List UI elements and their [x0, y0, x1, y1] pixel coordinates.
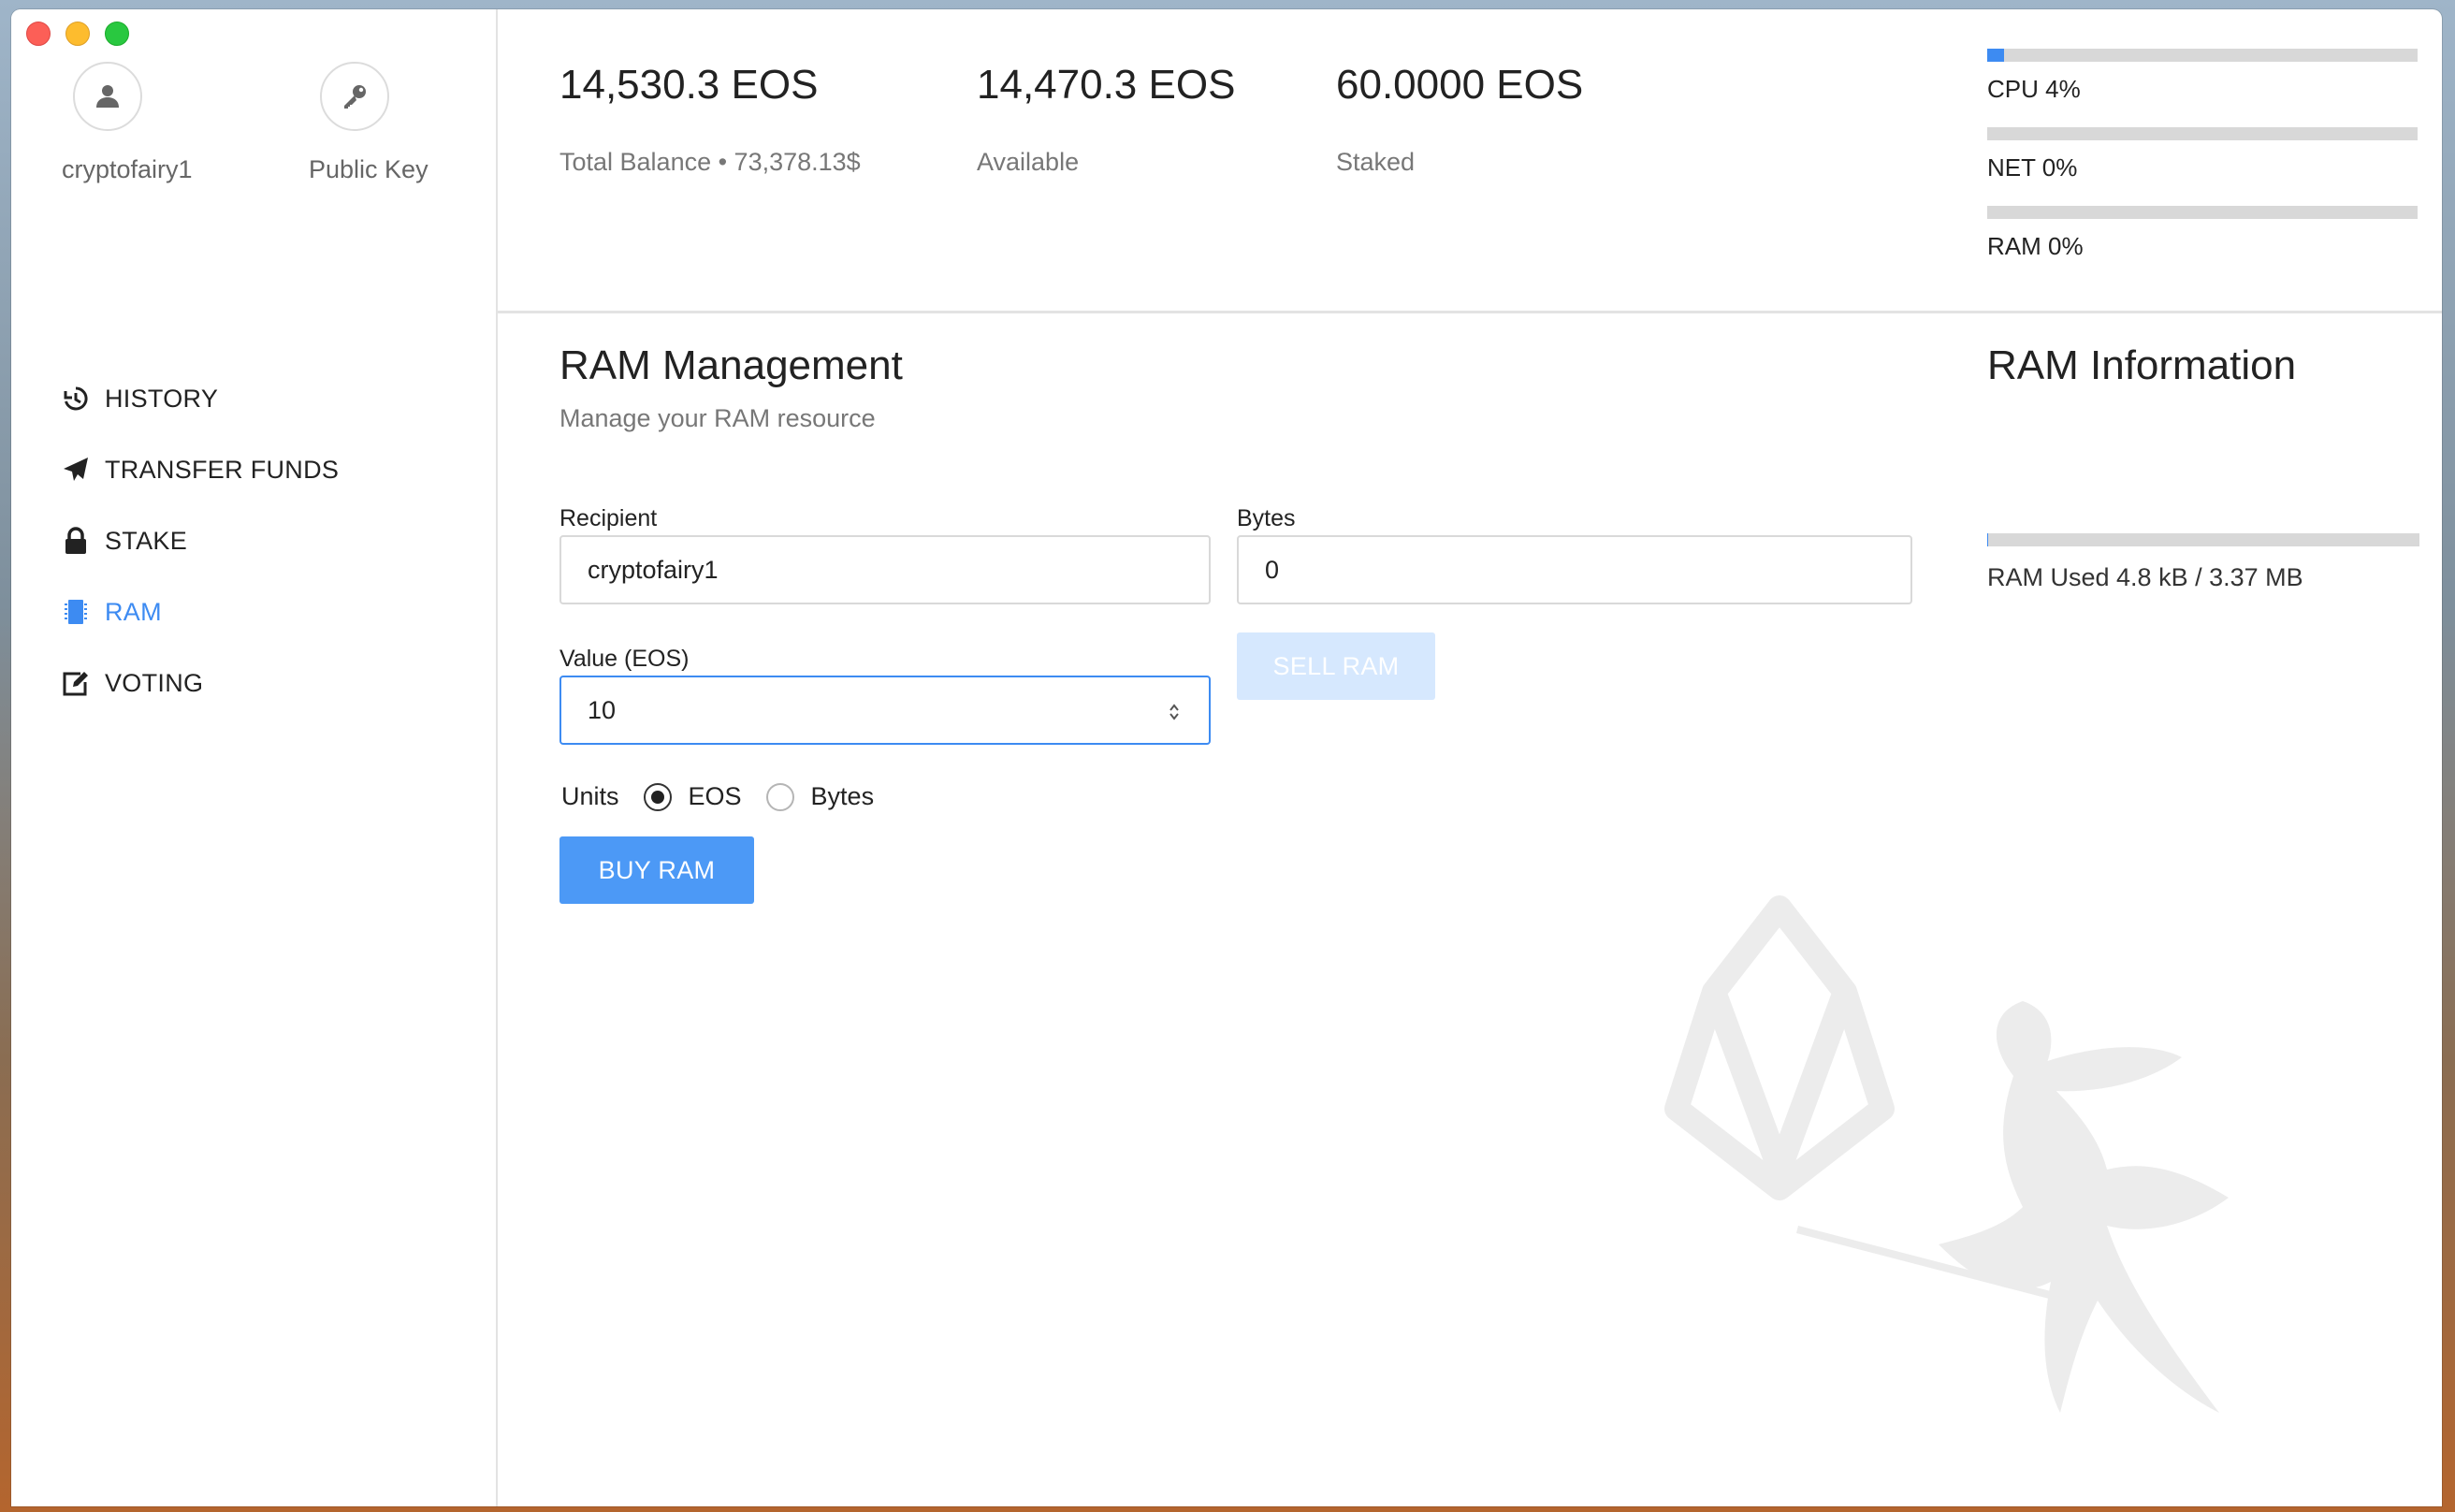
- window-controls: [26, 22, 129, 46]
- memory-chip-icon: [62, 598, 90, 626]
- ram-resource: RAM 0%: [1987, 206, 2418, 261]
- ram-used-label: RAM Used 4.8 kB / 3.37 MB: [1987, 563, 2303, 591]
- value-eos-text: 10: [588, 695, 617, 724]
- units-selector: Units EOS Bytes: [561, 782, 874, 811]
- sidebar-item-transfer-funds[interactable]: TRANSFER FUNDS: [62, 434, 339, 505]
- net-usage-bar: [1987, 127, 2418, 140]
- sidebar-item-voting[interactable]: VOTING: [62, 647, 339, 719]
- sidebar-item-label: STAKE: [105, 526, 188, 555]
- cpu-usage-label: CPU 4%: [1987, 75, 2081, 103]
- total-balance: 14,530.3 EOS Total Balance • 73,378.13$: [559, 62, 861, 177]
- total-balance-value: 14,530.3 EOS: [559, 62, 819, 108]
- key-icon: [344, 85, 366, 109]
- paper-plane-icon: [62, 456, 90, 484]
- staked-balance: 60.0000 EOS Staked: [1336, 62, 1583, 177]
- bytes-input[interactable]: 0: [1237, 535, 1912, 604]
- net-resource: NET 0%: [1987, 127, 2418, 182]
- staked-balance-label: Staked: [1336, 148, 1416, 176]
- staked-balance-value: 60.0000 EOS: [1336, 62, 1584, 108]
- ram-management-subtitle: Manage your RAM resource: [559, 404, 876, 432]
- buy-ram-button[interactable]: BUY RAM: [559, 836, 754, 904]
- recipient-label: Recipient: [559, 505, 658, 531]
- units-label: Units: [561, 782, 619, 810]
- unit-eos-radio[interactable]: [643, 782, 672, 811]
- unit-bytes-radio[interactable]: [765, 782, 794, 811]
- sidebar-item-stake[interactable]: STAKE: [62, 505, 339, 576]
- ram-management-title: RAM Management: [559, 342, 903, 388]
- close-window-button[interactable]: [26, 22, 51, 46]
- ram-used-panel: RAM Used 4.8 kB / 3.37 MB: [1987, 533, 2419, 592]
- available-balance-value: 14,470.3 EOS: [977, 62, 1236, 108]
- minimize-window-button[interactable]: [65, 22, 90, 46]
- history-icon: [62, 385, 90, 413]
- number-spinner-icon[interactable]: [1168, 702, 1181, 722]
- recipient-input[interactable]: cryptofairy1: [559, 535, 1211, 604]
- app-window: cryptofairy1 Public Key HISTORY TRANSFER…: [11, 9, 2442, 1506]
- unit-eos-label: EOS: [688, 782, 742, 810]
- edit-icon: [62, 669, 90, 697]
- unit-bytes-label: Bytes: [810, 782, 875, 810]
- value-eos-label: Value (EOS): [559, 646, 690, 672]
- ram-used-bar: [1987, 533, 2419, 546]
- value-eos-input[interactable]: 10: [559, 676, 1211, 745]
- maximize-window-button[interactable]: [105, 22, 129, 46]
- ram-usage-bar: [1987, 206, 2418, 219]
- sidebar-item-history[interactable]: HISTORY: [62, 363, 339, 434]
- sell-ram-button[interactable]: SELL RAM: [1237, 632, 1435, 700]
- sidebar: cryptofairy1 Public Key HISTORY TRANSFER…: [11, 9, 498, 1506]
- ram-information-title: RAM Information: [1987, 342, 2297, 388]
- sidebar-item-label: HISTORY: [105, 384, 219, 413]
- balance-header: 14,530.3 EOS Total Balance • 73,378.13$ …: [498, 9, 2442, 313]
- sidebar-item-label: VOTING: [105, 668, 204, 697]
- account-name: cryptofairy1: [62, 155, 193, 183]
- sidebar-item-label: TRANSFER FUNDS: [105, 455, 340, 484]
- main-content: 14,530.3 EOS Total Balance • 73,378.13$ …: [498, 9, 2442, 1506]
- lock-icon: [62, 527, 90, 555]
- cpu-usage-fill: [1987, 49, 2005, 62]
- key-avatar: [320, 62, 389, 131]
- sidebar-item-label: RAM: [105, 597, 162, 626]
- cpu-usage-bar: [1987, 49, 2418, 62]
- bytes-label: Bytes: [1237, 505, 1296, 531]
- user-icon: [96, 85, 119, 108]
- account-button[interactable]: cryptofairy1: [62, 62, 296, 184]
- ram-usage-label: RAM 0%: [1987, 232, 2084, 260]
- net-usage-label: NET 0%: [1987, 153, 2078, 182]
- available-balance-label: Available: [977, 148, 1080, 176]
- radio-selected-dot: [650, 790, 664, 804]
- total-balance-label: Total Balance • 73,378.13$: [559, 148, 861, 176]
- eos-fairy-watermark-icon: [1664, 895, 2229, 1413]
- available-balance: 14,470.3 EOS Available: [977, 62, 1235, 177]
- sidebar-nav: HISTORY TRANSFER FUNDS STAKE RAM VOTING: [62, 363, 339, 719]
- user-avatar: [73, 62, 142, 131]
- cpu-resource: CPU 4%: [1987, 49, 2418, 104]
- sidebar-item-ram[interactable]: RAM: [62, 576, 339, 647]
- ram-used-fill: [1987, 533, 1988, 546]
